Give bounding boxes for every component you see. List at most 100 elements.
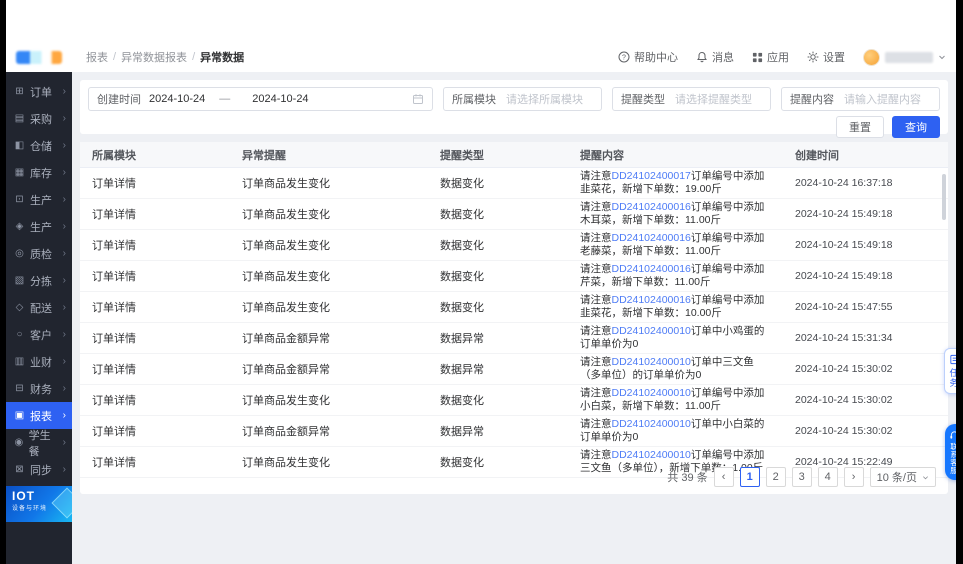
- sidebar-item-purchase[interactable]: ▤采购›: [6, 105, 72, 132]
- order-number-link[interactable]: DD24102400016: [612, 263, 691, 275]
- page-button-3[interactable]: 3: [792, 467, 812, 487]
- page-button-2[interactable]: 2: [766, 467, 786, 487]
- module-select[interactable]: 所属模块 请选择所属模块: [443, 87, 602, 111]
- sidebar-menu: ⊞订单›▤采购›◧仓储›▦库存›⊡生产›◈生产› ◎ 质检 › ▧分拣›◇配送›○客户›…: [6, 78, 72, 483]
- table-row: 订单详情订单商品发生变化数据变化请注意DD24102400016订单编号中添加芹…: [80, 261, 948, 292]
- date-start-value: 2024-10-24: [149, 93, 205, 105]
- sidebar-item-inventory[interactable]: ▦库存›: [6, 159, 72, 186]
- cell-content: 请注意DD24102400016订单编号中添加木耳菜，新增下单数：11.00斤: [568, 199, 783, 229]
- order-number-link[interactable]: DD24102400016: [612, 232, 691, 244]
- cell-type: 数据异常: [428, 328, 568, 348]
- sidebar-item-production-2[interactable]: ◈生产›: [6, 213, 72, 240]
- sidebar-item-quality[interactable]: ◎质检›: [6, 240, 72, 267]
- cell-type: 数据变化: [428, 173, 568, 193]
- cell-type: 数据变化: [428, 390, 568, 410]
- sidebar-item-finance[interactable]: ⊟财务›: [6, 375, 72, 402]
- cell-created-time: 2024-10-24 15:49:18: [783, 237, 944, 253]
- page-button-1[interactable]: 1: [740, 467, 760, 487]
- cell-alert: 订单商品发生变化: [230, 390, 428, 410]
- order-number-link[interactable]: DD24102400016: [612, 201, 691, 213]
- calendar-icon: [412, 93, 424, 105]
- messages-button[interactable]: 消息: [696, 49, 734, 65]
- cell-content: 请注意DD24102400010订单中三文鱼（多单位）的订单单价为0: [568, 354, 783, 384]
- cell-type: 数据异常: [428, 421, 568, 441]
- apps-label: 应用: [767, 49, 789, 65]
- table-row: 订单详情订单商品金额异常数据异常请注意DD24102400010订单中小白菜的订…: [80, 416, 948, 447]
- avatar: [863, 49, 880, 66]
- alert-content-input[interactable]: 提醒内容 请输入提醒内容: [781, 87, 940, 111]
- sidebar-item-storage[interactable]: ◧仓储›: [6, 132, 72, 159]
- chevron-right-icon: ›: [63, 167, 66, 178]
- user-menu[interactable]: [863, 49, 946, 66]
- table-header: 所属模块异常提醒提醒类型提醒内容创建时间: [80, 142, 948, 168]
- chevron-right-icon: ›: [63, 464, 66, 475]
- main-content: 创建时间 2024-10-24 — 2024-10-24 所属模块 请选择所属模…: [72, 72, 956, 564]
- order-number-link[interactable]: DD24102400010: [612, 356, 691, 368]
- order-number-link[interactable]: DD24102400017: [612, 170, 691, 182]
- cell-module: 订单详情: [80, 421, 230, 441]
- production-icon: ◈: [14, 221, 25, 232]
- sidebar-item-label: 质检: [30, 246, 52, 262]
- iot-subtitle: 设备与环境: [12, 503, 66, 512]
- cell-alert: 订单商品发生变化: [230, 204, 428, 224]
- breadcrumb-item[interactable]: 异常数据报表: [121, 49, 187, 65]
- reset-button[interactable]: 重置: [836, 116, 884, 138]
- sidebar-item-sorting[interactable]: ▧分拣›: [6, 267, 72, 294]
- sidebar-item-production-1[interactable]: ⊡生产›: [6, 186, 72, 213]
- grid-icon: [752, 52, 763, 63]
- date-end-value: 2024-10-24: [252, 93, 308, 105]
- order-number-link[interactable]: DD24102400010: [612, 387, 691, 399]
- delivery-icon: ◇: [14, 302, 25, 313]
- help-center-label: 帮助中心: [634, 49, 678, 65]
- cell-module: 订单详情: [80, 452, 230, 472]
- cell-content: 请注意DD24102400010订单中小鸡蛋的订单单价为0: [568, 323, 783, 353]
- search-button[interactable]: 查询: [892, 116, 940, 138]
- settings-button[interactable]: 设置: [807, 49, 845, 65]
- sidebar-item-sync[interactable]: ⊠ 同步 ›: [6, 456, 72, 483]
- order-number-link[interactable]: DD24102400016: [612, 294, 691, 306]
- cell-type: 数据变化: [428, 235, 568, 255]
- column-header: 提醒类型: [428, 147, 568, 163]
- sidebar-item-label: 同步: [30, 462, 52, 478]
- order-number-link[interactable]: DD24102400010: [612, 418, 691, 430]
- quality-check-icon: ◎: [14, 248, 25, 259]
- chevron-down-icon: [938, 53, 946, 61]
- date-range-input[interactable]: 创建时间 2024-10-24 — 2024-10-24: [88, 87, 433, 111]
- page-button-4[interactable]: 4: [818, 467, 838, 487]
- cell-content: 请注意DD24102400016订单编号中添加韭菜花，新增下单数：10.00斤: [568, 292, 783, 322]
- cell-alert: 订单商品发生变化: [230, 235, 428, 255]
- sidebar-item-report[interactable]: ▣报表›: [6, 402, 72, 429]
- order-number-link[interactable]: DD24102400010: [612, 325, 691, 337]
- cell-module: 订单详情: [80, 235, 230, 255]
- cell-type: 数据变化: [428, 452, 568, 472]
- prev-page-button[interactable]: ‹: [714, 467, 734, 487]
- sync-icon: ⊠: [14, 464, 25, 475]
- brand-logo: [6, 51, 72, 64]
- apps-button[interactable]: 应用: [752, 49, 789, 65]
- next-page-button[interactable]: ›: [844, 467, 864, 487]
- table-row: 订单详情订单商品发生变化数据变化请注意DD24102400017订单编号中添加韭…: [80, 168, 948, 199]
- help-center-button[interactable]: ? 帮助中心: [618, 49, 678, 65]
- app-window: 报表 / 异常数据报表 / 异常数据 ? 帮助中心 消息: [0, 0, 963, 564]
- breadcrumb-item[interactable]: 报表: [86, 49, 108, 65]
- sidebar-item-label: 报表: [30, 408, 52, 424]
- sidebar-item-student-meal[interactable]: ◉学生餐›: [6, 429, 72, 456]
- chevron-right-icon: ›: [63, 329, 66, 340]
- order-number-link[interactable]: DD24102400010: [612, 449, 691, 461]
- scrollbar-thumb[interactable]: [942, 174, 946, 220]
- cell-content: 请注意DD24102400010订单中小白菜的订单单价为0: [568, 416, 783, 446]
- page-size-select[interactable]: 10 条/页: [870, 467, 936, 487]
- cell-type: 数据变化: [428, 266, 568, 286]
- module-select-label: 所属模块: [452, 91, 496, 107]
- sidebar-item-biz-finance[interactable]: ▥业财›: [6, 348, 72, 375]
- sidebar-item-customer[interactable]: ○客户›: [6, 321, 72, 348]
- finance-icon: ⊟: [14, 383, 25, 394]
- cell-created-time: 2024-10-24 15:49:18: [783, 268, 944, 284]
- chevron-right-icon: ›: [63, 194, 66, 205]
- sidebar-item-delivery[interactable]: ◇配送›: [6, 294, 72, 321]
- sidebar-item-order[interactable]: ⊞订单›: [6, 78, 72, 105]
- cell-alert: 订单商品发生变化: [230, 173, 428, 193]
- column-header: 所属模块: [80, 147, 230, 163]
- alert-type-select[interactable]: 提醒类型 请选择提醒类型: [612, 87, 771, 111]
- table-body: 订单详情订单商品发生变化数据变化请注意DD24102400017订单编号中添加韭…: [80, 168, 948, 478]
